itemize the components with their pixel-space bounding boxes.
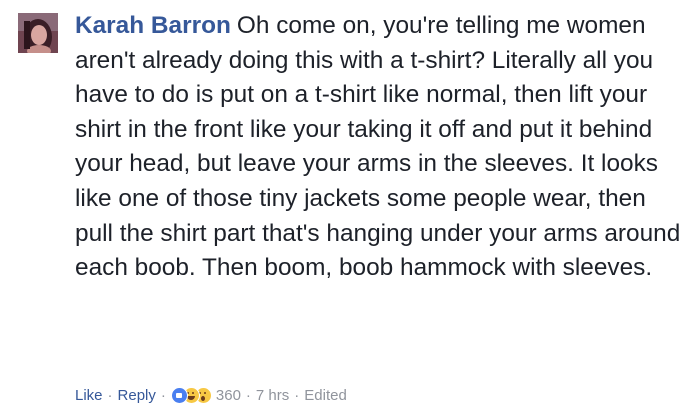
author-name[interactable]: Karah Barron — [75, 12, 231, 39]
comment-body: Karah Barron Oh come on, you're telling m… — [75, 9, 687, 286]
comment: Karah Barron Oh come on, you're telling m… — [0, 0, 700, 418]
separator: · — [107, 386, 113, 404]
reply-link[interactable]: Reply — [118, 387, 156, 404]
profile-photo — [18, 13, 58, 53]
like-link[interactable]: Like — [75, 387, 103, 404]
comment-text-block: Karah Barron Oh come on, you're telling m… — [75, 9, 687, 286]
reactions-summary[interactable] — [170, 386, 212, 404]
reaction-count[interactable]: 360 — [216, 387, 241, 404]
like-icon — [170, 386, 188, 404]
edited-label[interactable]: Edited — [304, 387, 347, 404]
timestamp[interactable]: 7 hrs — [256, 387, 289, 404]
avatar[interactable] — [18, 13, 58, 53]
comment-actions: Like · Reply · 360 · 7 hrs · Edited — [75, 383, 347, 407]
separator: · — [294, 386, 300, 404]
comment-text: Oh come on, you're telling me women aren… — [75, 12, 681, 282]
separator: · — [245, 386, 251, 404]
separator: · — [160, 386, 166, 404]
